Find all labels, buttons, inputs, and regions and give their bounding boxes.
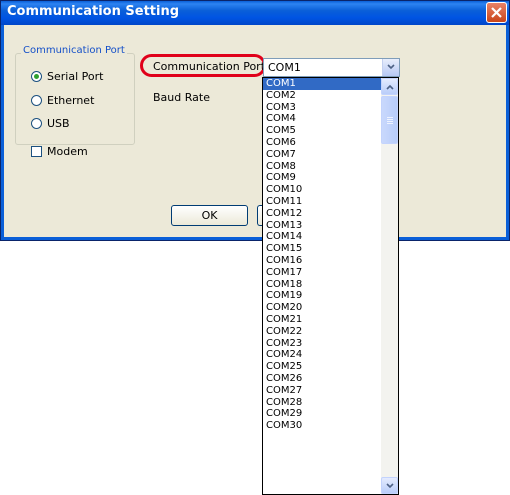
dropdown-item[interactable]: COM11: [263, 196, 382, 208]
dropdown-item[interactable]: COM19: [263, 290, 382, 302]
dropdown-item[interactable]: COM30: [263, 420, 382, 432]
scroll-down-button[interactable]: [381, 477, 398, 494]
baud-rate-label: Baud Rate: [153, 91, 210, 104]
dropdown-item[interactable]: COM1: [263, 78, 382, 90]
dropdown-item[interactable]: COM6: [263, 137, 382, 149]
dropdown-item[interactable]: COM8: [263, 161, 382, 173]
port-label: Communication Port: [153, 60, 266, 73]
dropdown-item[interactable]: COM13: [263, 220, 382, 232]
dropdown-item[interactable]: COM29: [263, 408, 382, 420]
title-bar[interactable]: Communication Setting: [1, 1, 509, 25]
window-frame-bottom: [1, 237, 509, 240]
dropdown-items: COM1 COM2 COM3 COM4 COM5 COM6 COM7 COM8 COM9 COM1…: [263, 78, 382, 432]
radio-usb[interactable]: USB: [31, 117, 70, 130]
port-dropdown-list[interactable]: COM1 COM2 COM3 COM4 COM5 COM6 COM7 COM8 COM9 COM1…: [262, 77, 399, 495]
dropdown-item[interactable]: COM20: [263, 302, 382, 314]
radio-label: Serial Port: [47, 70, 104, 83]
dropdown-item[interactable]: COM2: [263, 90, 382, 102]
dropdown-item[interactable]: COM28: [263, 397, 382, 409]
modem-label: Modem: [47, 145, 88, 158]
dropdown-item[interactable]: COM27: [263, 385, 382, 397]
dropdown-item[interactable]: COM3: [263, 102, 382, 114]
dropdown-item[interactable]: COM9: [263, 172, 382, 184]
dropdown-item[interactable]: COM4: [263, 113, 382, 125]
vertical-scrollbar[interactable]: [381, 78, 398, 494]
ok-button[interactable]: OK: [171, 205, 248, 226]
dropdown-item[interactable]: COM25: [263, 361, 382, 373]
scroll-up-button[interactable]: [381, 78, 398, 95]
dropdown-item[interactable]: COM15: [263, 243, 382, 255]
dropdown-item[interactable]: COM10: [263, 184, 382, 196]
communication-setting-dialog: Communication Setting Communication Port…: [0, 0, 510, 241]
close-button[interactable]: [486, 2, 507, 23]
combo-dropdown-button[interactable]: [382, 59, 399, 76]
dropdown-item[interactable]: COM21: [263, 314, 382, 326]
modem-checkbox-row[interactable]: Modem: [31, 145, 88, 158]
window-frame-right: [506, 25, 509, 240]
window-frame-left: [1, 25, 4, 240]
radio-label: Ethernet: [47, 94, 95, 107]
close-icon: [491, 7, 502, 18]
radio-label: USB: [47, 117, 70, 130]
radio-ethernet[interactable]: Ethernet: [31, 94, 94, 107]
arrow-up-icon: [386, 84, 394, 90]
radio-button[interactable]: [31, 95, 42, 106]
group-legend: Communication Port: [21, 45, 127, 56]
modem-checkbox[interactable]: [31, 146, 42, 157]
arrow-down-icon: [386, 483, 394, 489]
scroll-thumb[interactable]: [381, 96, 398, 144]
dropdown-item[interactable]: COM16: [263, 255, 382, 267]
dropdown-item[interactable]: COM7: [263, 149, 382, 161]
combo-value: COM1: [268, 61, 301, 74]
dropdown-item[interactable]: COM22: [263, 326, 382, 338]
chevron-down-icon: [387, 64, 395, 70]
dropdown-item[interactable]: COM5: [263, 125, 382, 137]
dropdown-item[interactable]: COM14: [263, 231, 382, 243]
dropdown-item[interactable]: COM23: [263, 338, 382, 350]
port-combobox[interactable]: COM1: [263, 58, 400, 77]
dropdown-item[interactable]: COM12: [263, 208, 382, 220]
window-title: Communication Setting: [7, 4, 180, 19]
dropdown-item[interactable]: COM17: [263, 267, 382, 279]
dropdown-item[interactable]: COM26: [263, 373, 382, 385]
dropdown-item[interactable]: COM18: [263, 279, 382, 291]
radio-serial-port[interactable]: Serial Port: [31, 70, 103, 83]
dropdown-item[interactable]: COM24: [263, 349, 382, 361]
radio-button[interactable]: [31, 118, 42, 129]
radio-button-checked[interactable]: [31, 71, 42, 82]
